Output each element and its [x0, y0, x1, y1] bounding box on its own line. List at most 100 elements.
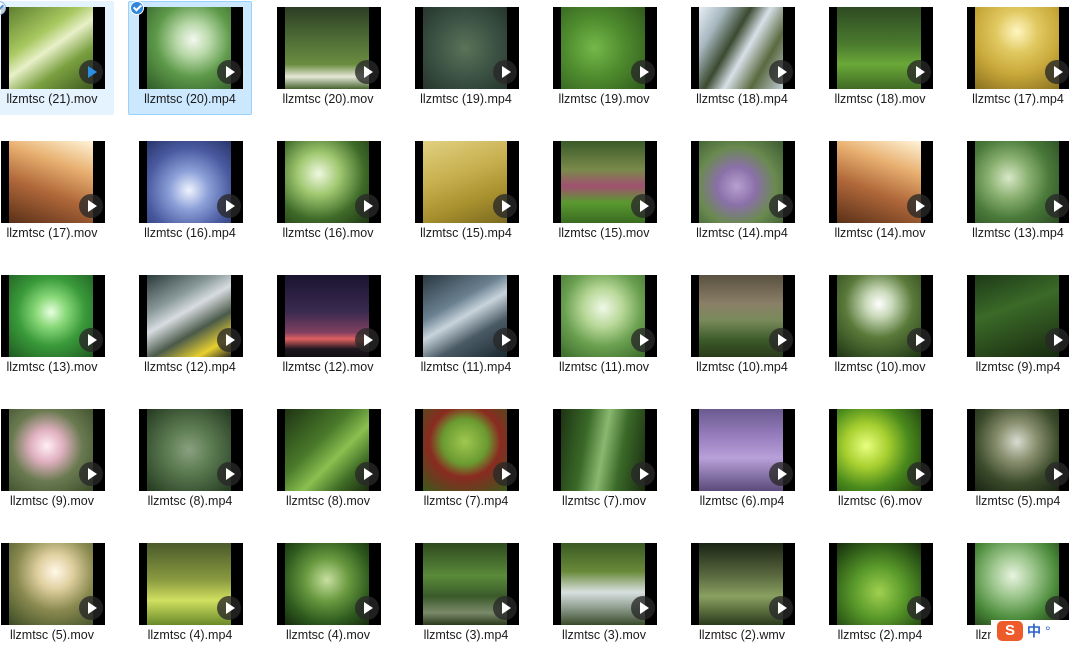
- file-item[interactable]: llzmtsc (2).wmv: [680, 537, 804, 651]
- play-icon: [1045, 596, 1069, 620]
- file-name-label: llzmtsc (12).mov: [282, 360, 374, 374]
- file-item[interactable]: llzmtsc (10).mov: [818, 269, 942, 383]
- play-icon: [217, 194, 241, 218]
- video-thumbnail: [277, 275, 381, 357]
- ime-language-indicator[interactable]: 中: [1027, 621, 1041, 641]
- file-name-label: llzmtsc (21).mov: [6, 92, 98, 106]
- file-name-label: llzmtsc (6).mp4: [699, 494, 785, 508]
- file-item[interactable]: llzmtsc (14).mp4: [680, 135, 804, 249]
- ime-punctuation-indicator[interactable]: °: [1045, 623, 1051, 639]
- play-icon: [631, 60, 655, 84]
- file-item[interactable]: llzmtsc (8).mov: [266, 403, 390, 517]
- file-name-label: llzmtsc (11).mov: [558, 360, 650, 374]
- video-thumbnail: [829, 409, 933, 491]
- file-item[interactable]: llzmtsc (15).mp4: [404, 135, 528, 249]
- file-item[interactable]: llzmtsc (18).mov: [818, 1, 942, 115]
- video-thumbnail: [553, 409, 657, 491]
- file-name-label: llzmtsc (20).mp4: [144, 92, 236, 106]
- play-icon: [79, 60, 103, 84]
- selection-checkbox-icon[interactable]: [130, 1, 144, 15]
- file-item[interactable]: llzmtsc (18).mp4: [680, 1, 804, 115]
- file-item[interactable]: llzmtsc (4).mov: [266, 537, 390, 651]
- file-item[interactable]: llzmtsc (14).mov: [818, 135, 942, 249]
- file-item[interactable]: llzmtsc (17).mp4: [956, 1, 1069, 115]
- video-thumbnail: [829, 275, 933, 357]
- video-thumbnail: [277, 409, 381, 491]
- file-name-label: llzmtsc (15).mp4: [420, 226, 512, 240]
- video-thumbnail: [691, 409, 795, 491]
- file-item[interactable]: llzmtsc (20).mov: [266, 1, 390, 115]
- file-name-label: llzmtsc (9).mp4: [975, 360, 1061, 374]
- video-thumbnail: [139, 141, 243, 223]
- play-icon: [217, 462, 241, 486]
- video-thumbnail: [415, 141, 519, 223]
- video-thumbnail: [691, 141, 795, 223]
- video-thumbnail: [1, 141, 105, 223]
- file-item[interactable]: llzmtsc (21).mov: [0, 1, 114, 115]
- file-item[interactable]: llzmtsc (9).mp4: [956, 269, 1069, 383]
- file-item[interactable]: llzmtsc (17).mov: [0, 135, 114, 249]
- file-name-label: llzmtsc (14).mov: [834, 226, 926, 240]
- file-item[interactable]: llzmtsc (9).mov: [0, 403, 114, 517]
- video-thumbnail: [553, 141, 657, 223]
- file-item[interactable]: llzmtsc (7).mov: [542, 403, 666, 517]
- play-icon: [907, 596, 931, 620]
- file-item[interactable]: llzmtsc (6).mp4: [680, 403, 804, 517]
- file-item[interactable]: llzmtsc (12).mov: [266, 269, 390, 383]
- play-icon: [769, 596, 793, 620]
- file-name-label: llzmtsc (15).mov: [558, 226, 650, 240]
- file-name-label: llzmtsc (17).mp4: [972, 92, 1064, 106]
- play-icon: [79, 462, 103, 486]
- file-item[interactable]: llzmtsc (16).mov: [266, 135, 390, 249]
- file-item[interactable]: llzmtsc (15).mov: [542, 135, 666, 249]
- file-item[interactable]: llzmtsc (19).mov: [542, 1, 666, 115]
- ime-status-bar[interactable]: S 中 °: [991, 620, 1069, 642]
- video-thumbnail: [691, 543, 795, 625]
- file-item[interactable]: llzmtsc (3).mov: [542, 537, 666, 651]
- play-icon: [493, 328, 517, 352]
- play-icon: [355, 328, 379, 352]
- file-item[interactable]: llzmtsc (13).mov: [0, 269, 114, 383]
- file-name-label: llzmtsc (2).mp4: [837, 628, 923, 642]
- file-item[interactable]: llzmtsc (20).mp4: [128, 1, 252, 115]
- video-thumbnail: [1, 543, 105, 625]
- file-name-label: llzmtsc (5).mov: [9, 628, 95, 642]
- file-item[interactable]: llzmtsc (10).mp4: [680, 269, 804, 383]
- video-thumbnail: [829, 7, 933, 89]
- file-item[interactable]: llzmtsc (5).mov: [0, 537, 114, 651]
- file-item[interactable]: llzmtsc (11).mov: [542, 269, 666, 383]
- file-name-label: llzmtsc (18).mov: [834, 92, 926, 106]
- file-item[interactable]: llzmtsc (11).mp4: [404, 269, 528, 383]
- file-item[interactable]: llzmtsc (12).mp4: [128, 269, 252, 383]
- play-icon: [631, 462, 655, 486]
- play-icon: [217, 596, 241, 620]
- play-icon: [631, 328, 655, 352]
- file-item[interactable]: llzmtsc (2).mp4: [818, 537, 942, 651]
- file-name-label: llzmtsc (3).mp4: [423, 628, 509, 642]
- file-name-label: llzmtsc (19).mov: [558, 92, 650, 106]
- video-thumbnail: [139, 7, 243, 89]
- file-item[interactable]: llzmtsc (13).mp4: [956, 135, 1069, 249]
- file-item[interactable]: llzmtsc (4).mp4: [128, 537, 252, 651]
- video-thumbnail: [415, 409, 519, 491]
- file-item[interactable]: llzmtsc (5).mp4: [956, 403, 1069, 517]
- video-thumbnail: [829, 141, 933, 223]
- file-name-label: llzmtsc (2).wmv: [698, 628, 786, 642]
- file-name-label: llzmtsc (10).mov: [834, 360, 926, 374]
- file-name-label: llzmtsc (7).mov: [561, 494, 647, 508]
- video-thumbnail: [967, 543, 1069, 625]
- file-item[interactable]: llzmtsc (19).mp4: [404, 1, 528, 115]
- file-item[interactable]: llzmtsc (3).mp4: [404, 537, 528, 651]
- sogou-ime-icon[interactable]: S: [997, 621, 1023, 641]
- file-item[interactable]: llzmtsc (16).mp4: [128, 135, 252, 249]
- file-item[interactable]: llzmtsc (8).mp4: [128, 403, 252, 517]
- file-name-label: llzmtsc (10).mp4: [696, 360, 788, 374]
- file-name-label: llzmtsc (13).mp4: [972, 226, 1064, 240]
- video-thumbnail: [553, 275, 657, 357]
- file-grid: llzmtsc (21).mov llzmtsc (20).mp4 llzmtsc …: [0, 0, 1069, 642]
- file-name-label: llzmtsc (19).mp4: [420, 92, 512, 106]
- file-item[interactable]: llzmtsc (6).mov: [818, 403, 942, 517]
- file-name-label: llzmtsc (13).mov: [6, 360, 98, 374]
- file-item[interactable]: llzmtsc (7).mp4: [404, 403, 528, 517]
- play-icon: [1045, 194, 1069, 218]
